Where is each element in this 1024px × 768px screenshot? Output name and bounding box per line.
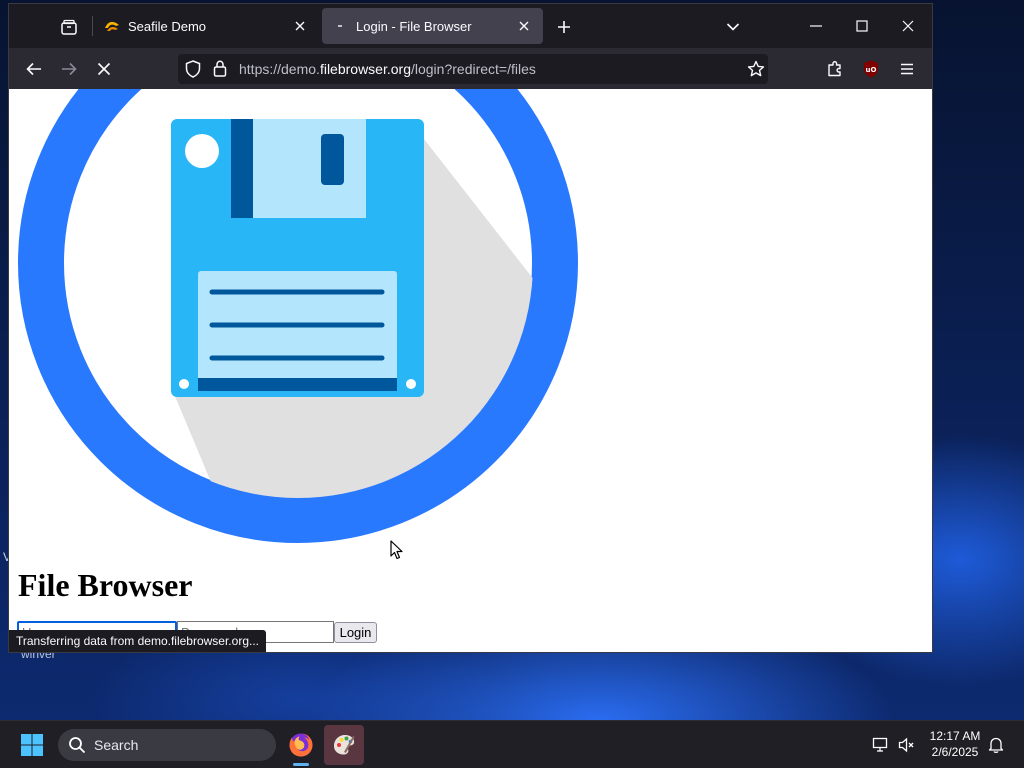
- clock-time: 12:17 AM: [929, 729, 981, 743]
- taskbar-search[interactable]: Search: [58, 729, 276, 761]
- tab-title: Seafile Demo: [128, 18, 207, 34]
- close-icon[interactable]: [515, 17, 533, 35]
- seafile-favicon: [104, 18, 120, 34]
- menu-icon[interactable]: [894, 56, 920, 82]
- status-panel: Transferring data from demo.filebrowser.…: [9, 630, 266, 652]
- active-app-indicator: [293, 763, 309, 766]
- extensions-icon[interactable]: [822, 56, 848, 82]
- lock-icon[interactable]: [213, 60, 227, 82]
- windows-start-icon[interactable]: [14, 729, 50, 761]
- url-text: https://demo.filebrowser.org/login?redir…: [239, 61, 536, 77]
- tab-separator: [92, 16, 93, 36]
- tab-overview-icon[interactable]: [55, 14, 83, 42]
- search-icon: [68, 736, 86, 754]
- paint-icon[interactable]: [324, 725, 364, 765]
- tab-title: Login - File Browser: [356, 18, 472, 34]
- network-icon[interactable]: [871, 735, 891, 755]
- shield-icon[interactable]: [185, 60, 201, 83]
- taskbar-clock[interactable]: 12:17 AM 2/6/2025: [918, 728, 992, 760]
- tab-seafile-demo[interactable]: Seafile Demo: [94, 8, 319, 44]
- taskbar: Search 12:17 AM 2/6/2025: [0, 720, 1024, 768]
- minimize-icon[interactable]: [793, 10, 839, 42]
- page-title: File Browser: [18, 567, 193, 603]
- notification-bell-icon[interactable]: [986, 735, 1006, 755]
- close-icon[interactable]: [291, 17, 309, 35]
- clock-date: 2/6/2025: [931, 745, 979, 759]
- loading-favicon: [332, 18, 348, 34]
- svg-text:uO: uO: [866, 66, 877, 74]
- back-icon[interactable]: [21, 56, 47, 82]
- bookmark-star-icon[interactable]: [747, 60, 765, 83]
- tab-login-file-browser[interactable]: Login - File Browser: [322, 8, 543, 44]
- address-bar[interactable]: https://demo.filebrowser.org/login?redir…: [178, 54, 768, 84]
- page-content: File Browser Login Transferring data fro…: [9, 89, 932, 652]
- list-all-tabs-icon[interactable]: [722, 16, 744, 38]
- browser-window: Seafile Demo Login - File Browser https:…: [9, 4, 932, 652]
- stop-icon[interactable]: [91, 56, 117, 82]
- firefox-icon[interactable]: [281, 725, 321, 765]
- maximize-icon[interactable]: [839, 10, 885, 42]
- mouse-cursor-icon: [390, 540, 403, 560]
- ublock-icon[interactable]: uO: [858, 56, 884, 82]
- volume-icon[interactable]: [897, 735, 917, 755]
- file-browser-logo: [18, 89, 578, 543]
- window-close-icon[interactable]: [885, 10, 931, 42]
- login-button[interactable]: Login: [334, 622, 377, 643]
- tab-bar: Seafile Demo Login - File Browser: [9, 4, 932, 48]
- forward-icon[interactable]: [56, 56, 82, 82]
- navigation-toolbar: https://demo.filebrowser.org/login?redir…: [9, 48, 932, 89]
- new-tab-icon[interactable]: [553, 16, 575, 38]
- search-label: Search: [94, 737, 139, 753]
